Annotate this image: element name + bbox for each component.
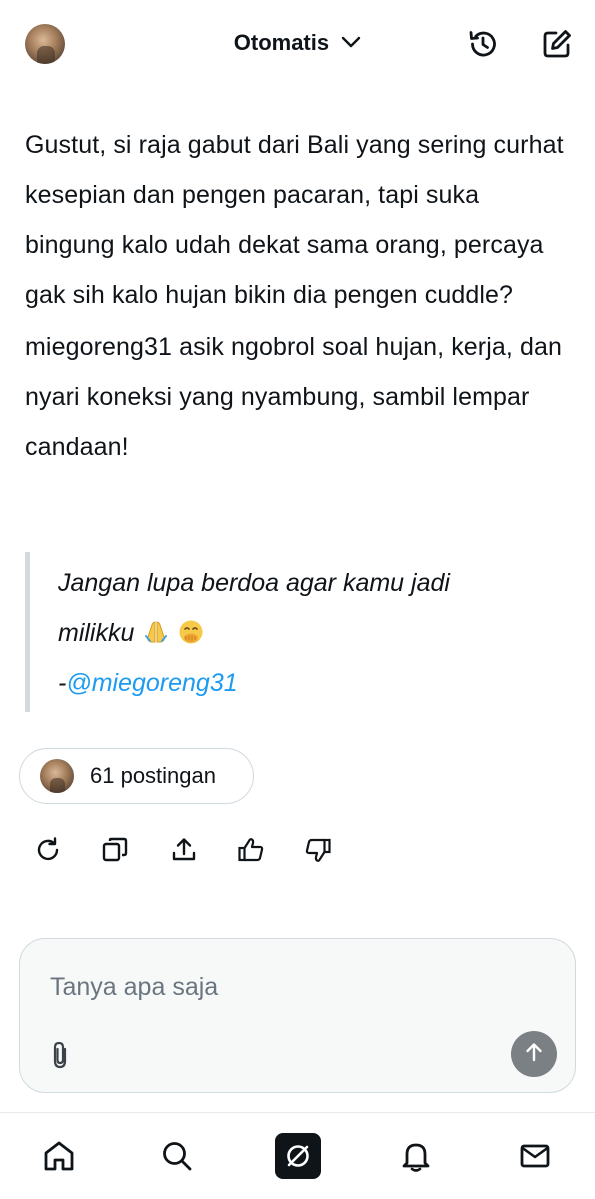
- face-with-hand-over-mouth-emoji: [178, 612, 204, 644]
- ask-input[interactable]: [50, 967, 520, 1007]
- model-selector-label: Otomatis: [233, 30, 330, 55]
- assistant-message: Gustut, si raja gabut dari Bali yang ser…: [25, 120, 575, 474]
- quote-line: milikku: [58, 608, 565, 658]
- history-icon[interactable]: [465, 26, 501, 62]
- grok-icon[interactable]: [275, 1133, 321, 1179]
- new-chat-icon[interactable]: [539, 26, 575, 62]
- thumbs-up-icon[interactable]: [233, 832, 269, 868]
- home-icon[interactable]: [36, 1133, 82, 1179]
- share-icon[interactable]: [166, 832, 202, 868]
- posts-source-button[interactable]: 61 postingan: [19, 748, 254, 804]
- quote-text: milikku: [58, 619, 135, 647]
- posts-count-label: 61 postingan: [90, 763, 216, 788]
- regenerate-icon[interactable]: [30, 832, 66, 868]
- mail-icon[interactable]: [512, 1133, 558, 1179]
- message-actions: [30, 832, 350, 872]
- quote-attribution: -@miegoreng31: [58, 658, 565, 708]
- paperclip-icon[interactable]: [44, 1035, 76, 1075]
- chevron-down-icon: [341, 29, 361, 55]
- send-button[interactable]: [511, 1031, 557, 1077]
- copy-icon[interactable]: [97, 832, 133, 868]
- bottom-nav: [0, 1113, 595, 1199]
- thumbs-down-icon[interactable]: [300, 832, 336, 868]
- mention-link[interactable]: @miegoreng31: [66, 669, 237, 697]
- message-paragraph: miegoreng31 asik ngobrol soal hujan, ker…: [25, 333, 562, 461]
- bell-icon[interactable]: [393, 1133, 439, 1179]
- source-avatar: [40, 759, 74, 793]
- folded-hands-emoji: [143, 612, 169, 643]
- top-bar: Otomatis: [0, 0, 595, 90]
- arrow-up-icon: [522, 1040, 546, 1069]
- composer: [19, 938, 576, 1093]
- message-paragraph: Gustut, si raja gabut dari Bali yang ser…: [25, 131, 564, 309]
- blockquote: Jangan lupa berdoa agar kamu jadi milikk…: [25, 552, 565, 712]
- model-selector[interactable]: Otomatis: [0, 30, 595, 56]
- search-icon[interactable]: [154, 1133, 200, 1179]
- quote-line: Jangan lupa berdoa agar kamu jadi: [58, 569, 450, 597]
